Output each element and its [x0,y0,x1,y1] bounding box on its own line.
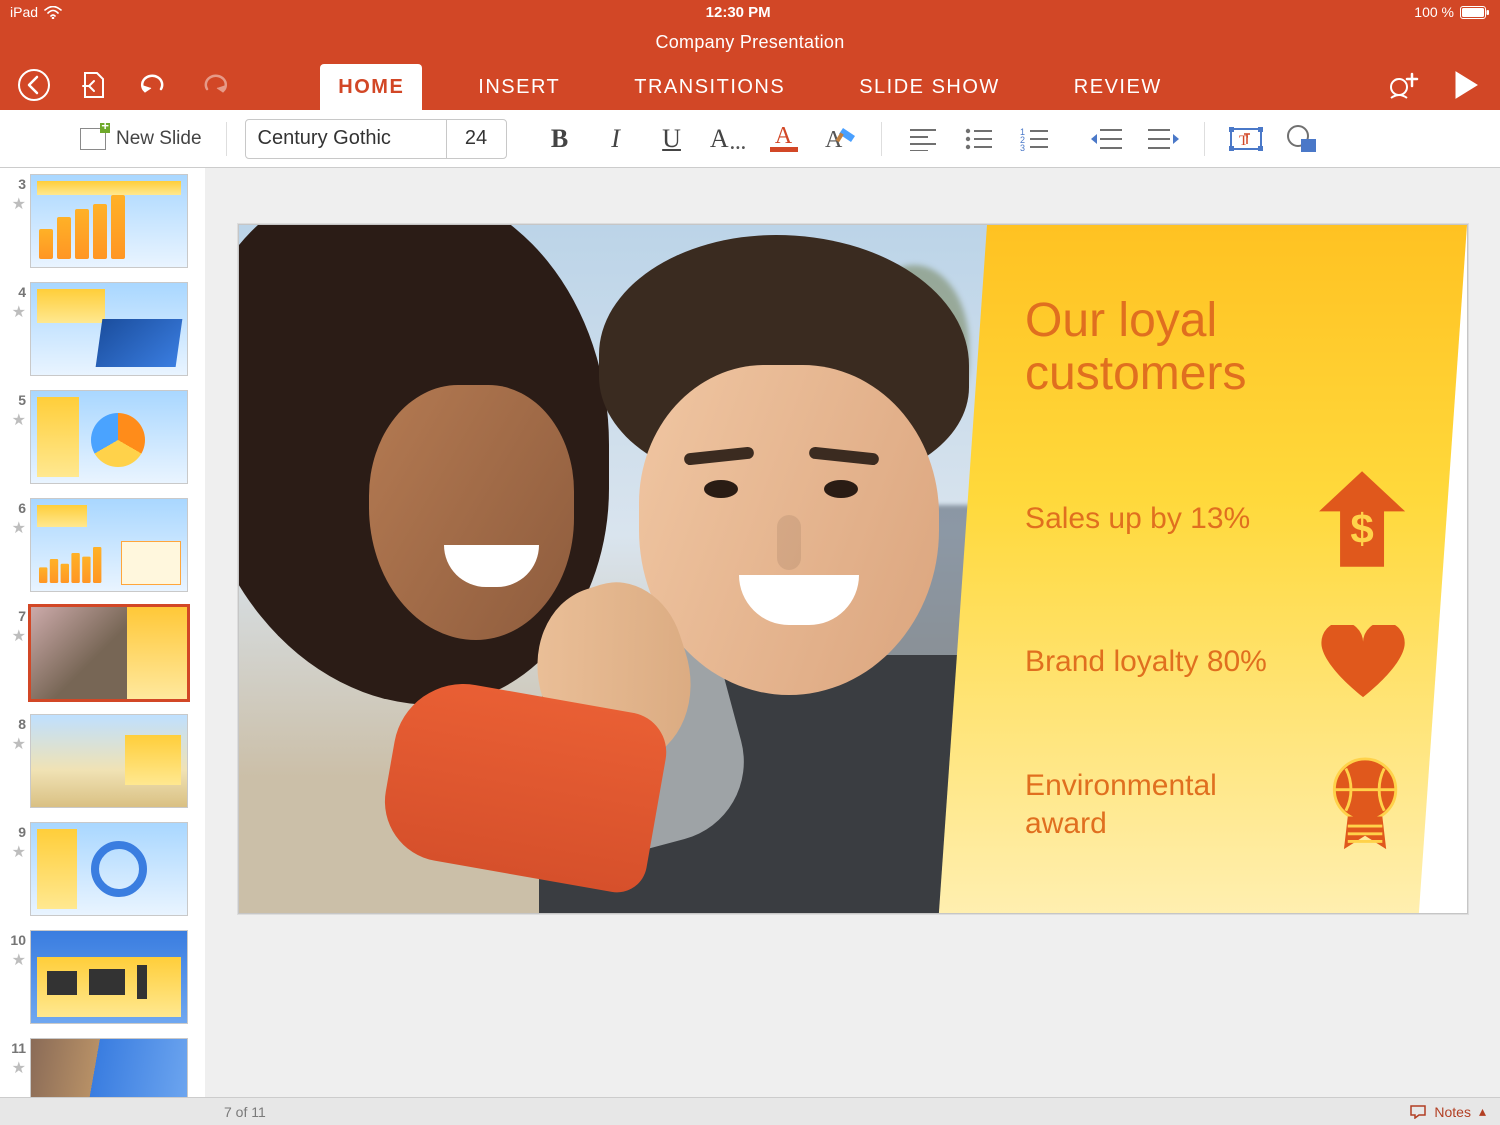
bullets-button[interactable] [956,119,1002,159]
home-toolbar: New Slide Century Gothic 24 B I U A••• A… [0,110,1500,168]
stat-text: Environmental award [1025,767,1275,842]
svg-text:$: $ [1350,504,1373,551]
status-bar: iPad 12:30 PM 100 % [0,0,1500,24]
play-button[interactable] [1448,67,1484,103]
font-picker[interactable]: Century Gothic 24 [245,119,507,159]
svg-text:3: 3 [1020,143,1025,151]
shapes-button[interactable] [1279,119,1325,159]
notes-label: Notes [1434,1104,1471,1120]
dollar-arrow-up-icon: $ [1319,471,1405,567]
slide-panel: Our loyal customers Sales up by 13% $ Br… [938,225,1466,914]
tab-home[interactable]: HOME [320,64,422,110]
slide-canvas[interactable]: Our loyal customers Sales up by 13% $ Br… [205,168,1500,1097]
wifi-icon [44,6,62,19]
font-color-button[interactable]: A [761,119,807,159]
thumb-3[interactable] [30,174,188,268]
star-icon: ★ [4,410,26,430]
star-icon: ★ [4,734,26,754]
new-slide-icon [80,128,106,150]
stat-text: Sales up by 13% [1025,500,1250,538]
numbering-button[interactable]: 123 [1012,119,1058,159]
device-label: iPad [10,4,38,20]
thumb-number: 9 [4,822,26,840]
thumb-number: 7 [4,606,26,624]
thumb-number: 8 [4,714,26,732]
thumb-number: 3 [4,174,26,192]
thumb-9[interactable] [30,822,188,916]
thumb-6[interactable] [30,498,188,592]
stat-text: Brand loyalty 80% [1025,643,1267,681]
thumb-number: 6 [4,498,26,516]
redo-button[interactable] [196,67,232,103]
thumb-8[interactable] [30,714,188,808]
heart-icon [1321,625,1405,699]
current-slide[interactable]: Our loyal customers Sales up by 13% $ Br… [238,224,1468,914]
share-button[interactable] [1384,67,1420,103]
globe-ribbon-icon [1325,757,1405,853]
thumb-number: 11 [4,1038,26,1056]
new-slide-button[interactable]: New Slide [74,122,208,156]
tab-transitions[interactable]: TRANSITIONS [616,64,803,110]
indent-button[interactable] [1140,119,1186,159]
star-icon: ★ [4,950,26,970]
star-icon: ★ [4,518,26,538]
slide-title: Our loyal customers [1025,295,1405,401]
thumb-number: 5 [4,390,26,408]
document-title: Company Presentation [0,24,1500,60]
star-icon: ★ [4,1058,26,1078]
separator [1204,122,1205,156]
notes-toggle[interactable]: Notes ▴ [1410,1103,1486,1120]
status-footer: 7 of 11 Notes ▴ [0,1097,1500,1125]
status-time: 12:30 PM [62,4,1414,21]
slide-counter: 7 of 11 [224,1104,266,1120]
chevron-up-icon: ▴ [1479,1103,1486,1120]
text-effects-button[interactable]: A [817,119,863,159]
slide-thumbnails[interactable]: 3 ★ 4 ★ 5 ★ 6 ★ 7 ★ 8 ★ 9 ★ 10 ★ 11 ★ [0,168,205,1097]
tab-review[interactable]: REVIEW [1056,64,1180,110]
italic-button[interactable]: I [593,119,639,159]
stat-loyalty: Brand loyalty 80% [1025,625,1405,699]
stat-award: Environmental award [1025,757,1405,853]
stat-sales: Sales up by 13% $ [1025,471,1405,567]
battery-icon [1460,6,1490,19]
file-button[interactable] [76,67,112,103]
tab-insert[interactable]: INSERT [460,64,578,110]
thumb-5[interactable] [30,390,188,484]
ribbon-row: HOME INSERT TRANSITIONS SLIDE SHOW REVIE… [0,60,1500,110]
font-size[interactable]: 24 [446,120,506,158]
font-name[interactable]: Century Gothic [246,127,446,150]
ribbon-tabs: HOME INSERT TRANSITIONS SLIDE SHOW REVIE… [320,64,1179,110]
font-more-button[interactable]: A••• [705,119,751,159]
thumb-4[interactable] [30,282,188,376]
underline-button[interactable]: U [649,119,695,159]
new-slide-label: New Slide [116,128,202,150]
align-button[interactable] [900,119,946,159]
thumb-11[interactable] [30,1038,188,1097]
thumb-number: 10 [4,930,26,948]
textbox-button[interactable]: T [1223,119,1269,159]
outdent-button[interactable] [1084,119,1130,159]
thumb-10[interactable] [30,930,188,1024]
separator [881,122,882,156]
slide-photo [239,225,1029,914]
bold-button[interactable]: B [537,119,583,159]
undo-button[interactable] [136,67,172,103]
back-button[interactable] [16,67,52,103]
tab-slideshow[interactable]: SLIDE SHOW [841,64,1018,110]
star-icon: ★ [4,194,26,214]
thumb-number: 4 [4,282,26,300]
star-icon: ★ [4,626,26,646]
star-icon: ★ [4,302,26,322]
separator [226,122,227,156]
star-icon: ★ [4,842,26,862]
battery-percent: 100 % [1414,4,1454,20]
notes-icon [1410,1105,1426,1119]
thumb-7[interactable] [30,606,188,700]
